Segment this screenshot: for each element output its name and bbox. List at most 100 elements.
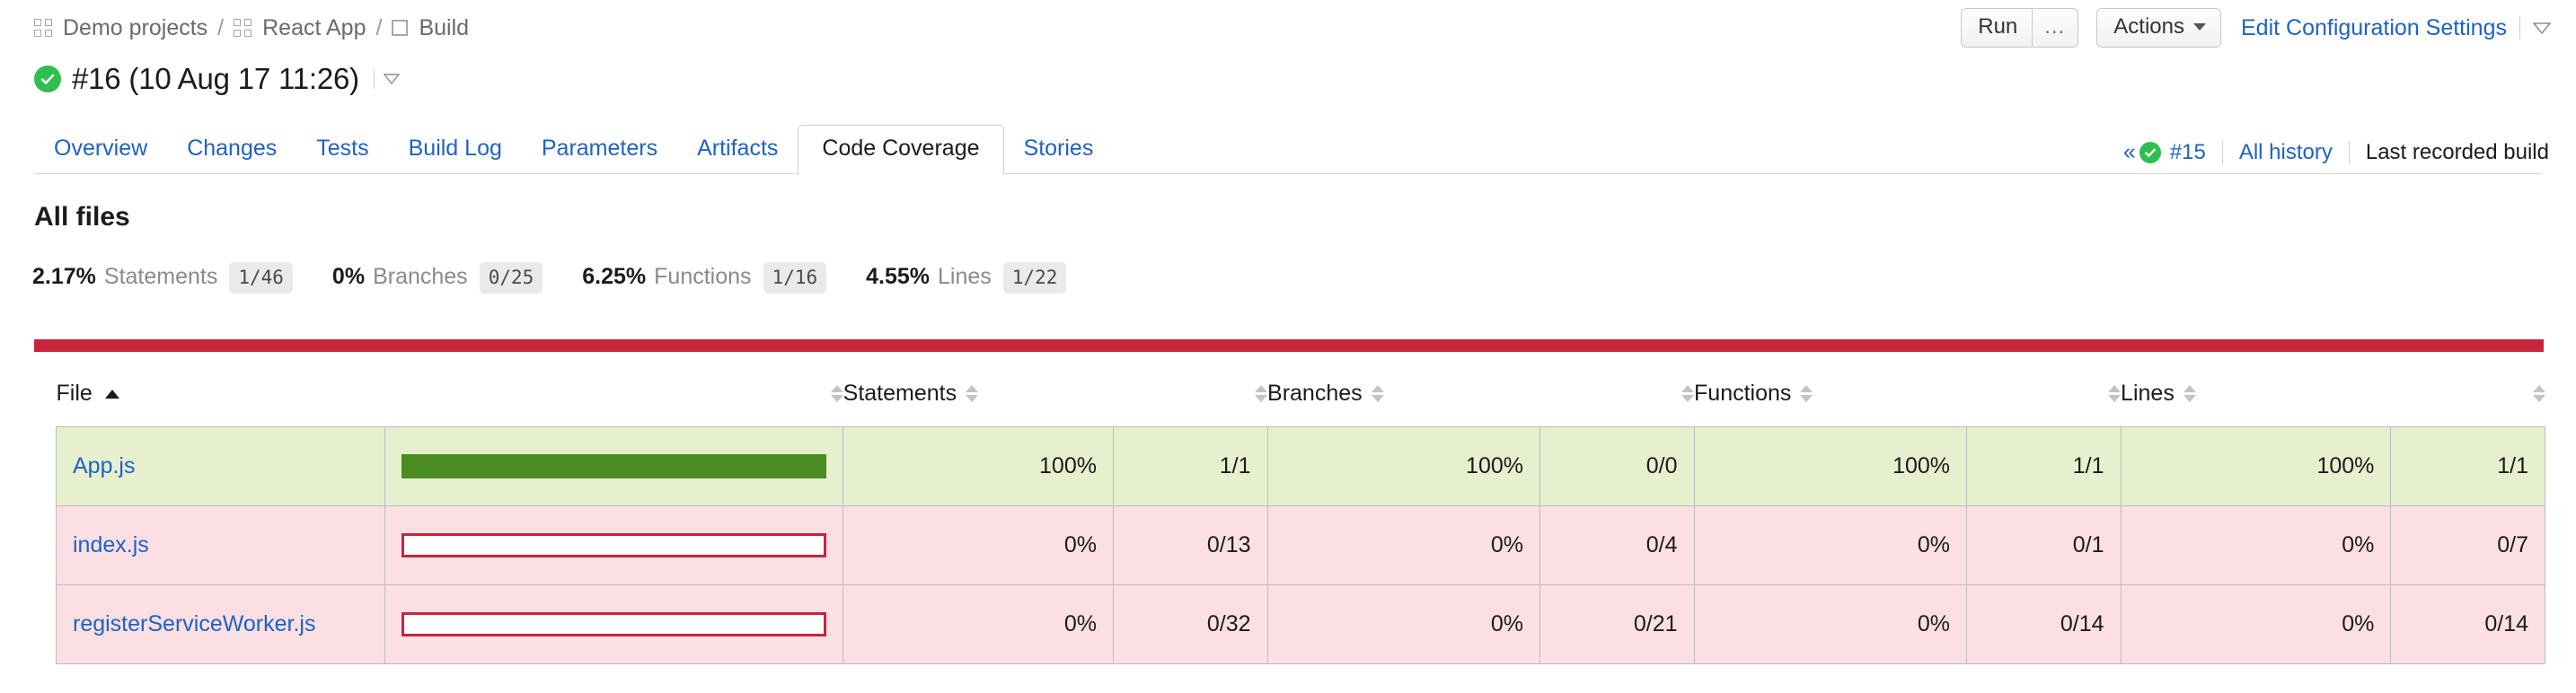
stat-percent: 6.25% bbox=[582, 264, 647, 289]
sort-icon[interactable] bbox=[1255, 385, 1268, 402]
actions-dropdown-button[interactable]: Actions bbox=[2096, 8, 2221, 48]
cell-coverage-bar bbox=[384, 505, 844, 585]
table-header-row: File Statements Branches Functions Lines bbox=[57, 381, 2545, 427]
cell-statements-fraction: 1/1 bbox=[1112, 426, 1268, 506]
tab-overview[interactable]: Overview bbox=[34, 125, 167, 174]
sort-icon[interactable] bbox=[966, 385, 979, 402]
tab-code-coverage[interactable]: Code Coverage bbox=[798, 125, 1004, 175]
breadcrumb-separator: / bbox=[375, 14, 383, 40]
tab-parameters[interactable]: Parameters bbox=[522, 125, 677, 174]
stat-name: Functions bbox=[654, 264, 752, 289]
column-header-lines-sorter[interactable] bbox=[2391, 381, 2545, 427]
divider bbox=[2519, 16, 2520, 39]
stat-fraction: 0/25 bbox=[479, 262, 543, 294]
grid-icon bbox=[34, 19, 52, 37]
breadcrumb-label: Build bbox=[419, 14, 470, 40]
breadcrumb-item-demo-projects[interactable]: Demo projects bbox=[34, 15, 207, 41]
stat-branches: 0% Branches 0/25 bbox=[332, 262, 543, 294]
table-row: registerServiceWorker.js 0% 0/32 0% 0/21… bbox=[56, 584, 2545, 664]
cell-branches-percent: 0% bbox=[1266, 505, 1541, 585]
success-check-icon bbox=[34, 66, 61, 92]
column-header-statements-sorter[interactable] bbox=[1113, 381, 1268, 427]
sort-icon[interactable] bbox=[1800, 385, 1813, 402]
tab-changes[interactable]: Changes bbox=[167, 125, 296, 174]
all-history-link[interactable]: All history bbox=[2239, 140, 2333, 165]
build-dropdown[interactable] bbox=[372, 69, 400, 89]
column-header-functions[interactable]: Functions bbox=[1694, 381, 1966, 427]
cell-branches-fraction: 0/0 bbox=[1539, 426, 1695, 506]
run-button[interactable]: Run bbox=[1961, 8, 2033, 48]
actions-dropdown-label: Actions bbox=[2113, 14, 2184, 39]
tab-bar: Overview Changes Tests Build Log Paramet… bbox=[0, 115, 2576, 175]
stat-lines: 4.55% Lines 1/22 bbox=[866, 262, 1067, 294]
cell-functions-fraction: 1/1 bbox=[1966, 426, 2122, 506]
table-row: App.js 100% 1/1 100% 0/0 100% 1/1 100% 1… bbox=[56, 426, 2545, 506]
chevron-down-icon bbox=[383, 74, 400, 84]
breadcrumb-item-build[interactable]: Build bbox=[392, 15, 469, 41]
column-header-lines[interactable]: Lines bbox=[2121, 381, 2391, 427]
tab-artifacts[interactable]: Artifacts bbox=[677, 125, 798, 174]
grid-icon bbox=[234, 19, 252, 37]
stat-name: Statements bbox=[103, 264, 218, 289]
cell-lines-percent: 0% bbox=[2120, 584, 2392, 664]
breadcrumb-label: React App bbox=[262, 14, 366, 40]
tabs: Overview Changes Tests Build Log Paramet… bbox=[34, 125, 1114, 175]
file-link[interactable]: registerServiceWorker.js bbox=[73, 611, 315, 636]
column-header-label: File bbox=[56, 381, 93, 406]
edit-configuration-settings-link[interactable]: Edit Configuration Settings bbox=[2241, 15, 2507, 41]
chevron-down-icon bbox=[2192, 23, 2206, 31]
cell-functions-fraction: 0/14 bbox=[1966, 584, 2122, 664]
column-header-functions-sorter[interactable] bbox=[1967, 381, 2122, 427]
column-header-branches[interactable]: Branches bbox=[1267, 381, 1539, 427]
coverage-table-body: App.js 100% 1/1 100% 0/0 100% 1/1 100% 1… bbox=[56, 426, 2545, 664]
coverage-bar-fill bbox=[401, 454, 827, 478]
success-check-icon bbox=[2139, 141, 2161, 163]
tab-stories[interactable]: Stories bbox=[1004, 125, 1114, 174]
cell-lines-percent: 0% bbox=[2120, 505, 2392, 585]
coverage-table-wrapper: File Statements Branches Functions Lines… bbox=[56, 381, 2545, 664]
column-header-label: Statements bbox=[842, 381, 957, 406]
coverage-table: File Statements Branches Functions Lines… bbox=[56, 381, 2545, 664]
sort-icon[interactable] bbox=[2532, 385, 2545, 402]
cell-branches-fraction: 0/21 bbox=[1539, 584, 1695, 664]
build-header: #16 (10 Aug 17 11:26) bbox=[34, 56, 400, 102]
cell-functions-fraction: 0/1 bbox=[1966, 505, 2122, 585]
breadcrumb: Demo projects / React App / Build bbox=[34, 15, 469, 41]
run-options-button[interactable]: ... bbox=[2033, 8, 2079, 48]
tab-build-log[interactable]: Build Log bbox=[389, 125, 522, 174]
cell-branches-percent: 100% bbox=[1266, 426, 1541, 506]
sort-icon[interactable] bbox=[2183, 385, 2196, 402]
cell-statements-percent: 0% bbox=[842, 505, 1114, 585]
file-link[interactable]: index.js bbox=[73, 532, 149, 557]
run-button-group: Run ... bbox=[1961, 8, 2079, 48]
sort-icon[interactable] bbox=[1681, 385, 1695, 402]
cell-statements-percent: 100% bbox=[842, 426, 1114, 506]
stat-name: Lines bbox=[938, 264, 992, 289]
previous-build-arrows[interactable]: « bbox=[2123, 139, 2136, 165]
sort-icon[interactable] bbox=[2108, 385, 2122, 402]
column-header-file-sorter[interactable] bbox=[384, 381, 843, 427]
stat-percent: 0% bbox=[331, 264, 366, 289]
cell-lines-fraction: 0/14 bbox=[2390, 584, 2545, 664]
column-header-label: Functions bbox=[1694, 381, 1792, 406]
breadcrumb-item-react-app[interactable]: React App bbox=[234, 15, 366, 41]
stat-fraction: 1/22 bbox=[1002, 262, 1067, 294]
cell-coverage-bar bbox=[384, 584, 844, 664]
divider bbox=[2348, 140, 2350, 164]
table-row: index.js 0% 0/13 0% 0/4 0% 0/1 0% 0/7 bbox=[56, 505, 2545, 585]
file-link[interactable]: App.js bbox=[73, 453, 135, 478]
column-header-statements[interactable]: Statements bbox=[843, 381, 1114, 427]
chevron-down-icon[interactable] bbox=[2532, 22, 2552, 34]
divider bbox=[373, 69, 375, 89]
sort-ascending-icon[interactable] bbox=[104, 389, 119, 399]
coverage-bar-track bbox=[401, 533, 827, 557]
column-header-file[interactable]: File bbox=[57, 381, 385, 427]
sort-icon[interactable] bbox=[1371, 385, 1384, 402]
sort-icon[interactable] bbox=[830, 385, 843, 402]
previous-build-link[interactable]: #15 bbox=[2170, 140, 2206, 165]
coverage-bar-empty bbox=[401, 533, 827, 557]
tab-tests[interactable]: Tests bbox=[296, 125, 388, 174]
column-header-label: Branches bbox=[1267, 381, 1363, 406]
top-actions: Run ... Actions Edit Configuration Setti… bbox=[1961, 0, 2552, 56]
column-header-branches-sorter[interactable] bbox=[1540, 381, 1695, 427]
